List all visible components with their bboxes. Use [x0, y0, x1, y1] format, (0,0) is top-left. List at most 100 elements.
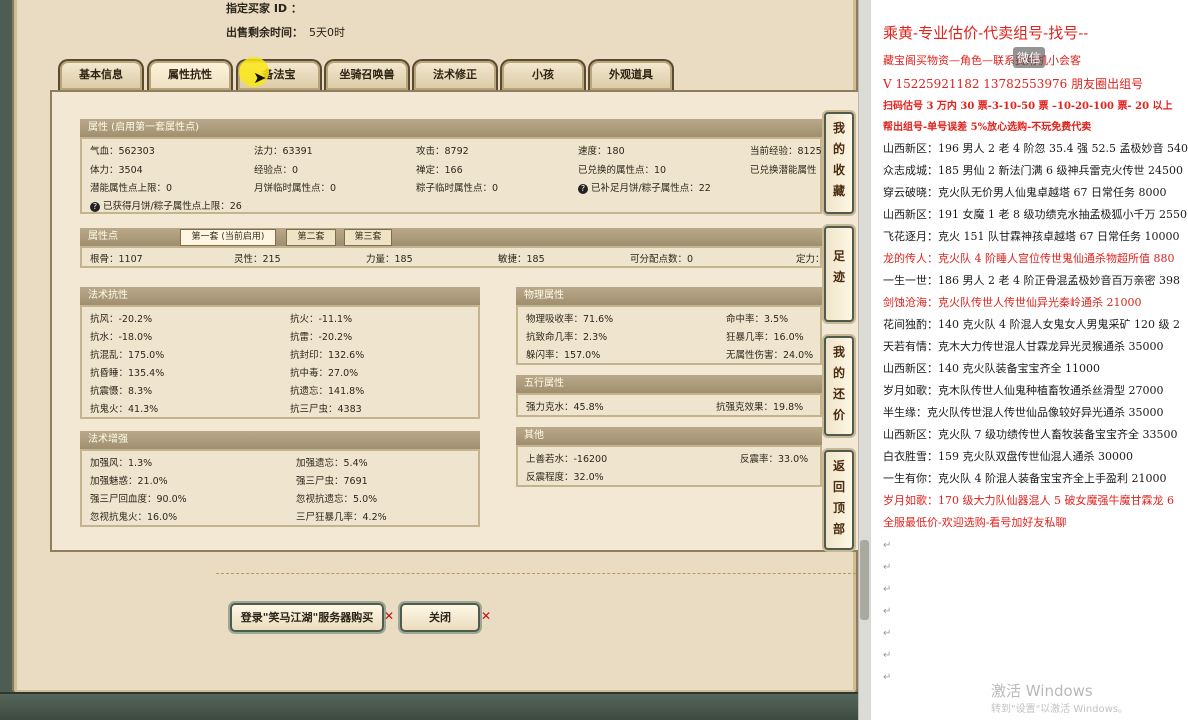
other-cell: 上善若水：-16200	[526, 454, 608, 465]
my-bargains-button[interactable]: 我的还价	[824, 336, 854, 436]
paragraph-mark-icon: ↵	[883, 650, 892, 661]
listing-line: 山西新区：克火队 7 级功绩传世人畜牧装备宝宝齐全 33500	[883, 428, 1178, 441]
boost-cell: 忽视抗鬼火：16.0%	[90, 512, 178, 523]
attr-cell: 法力：63391	[254, 146, 313, 157]
spell-resist-header: 法术抗性	[80, 287, 480, 305]
resist-cell: 抗混乱：175.0%	[90, 350, 165, 361]
login-to-buy-button[interactable]: 登录"笑马江湖"服务器购买	[230, 603, 384, 632]
listing-line: 岁月如歌：170 级大力队仙器混人 5 破女魔强牛魔甘霖龙 6	[883, 494, 1174, 507]
subtab-set-2[interactable]: 第二套	[286, 229, 336, 246]
doc-red-line: 藏宝阁买物资—角色—联系费用机小会客	[883, 54, 1081, 67]
attr-cell: 气血：562303	[90, 146, 155, 157]
wechat-watermark: 微信	[1013, 47, 1046, 68]
listing-line: 天若有情：克木大力传世混人甘霖龙异光灵猴通杀 35000	[883, 340, 1164, 353]
resist-cell: 抗水：-18.0%	[90, 332, 153, 343]
listing-line: 半生缘：克火队传世混人传世仙品像较好异光通杀 35000	[883, 406, 1164, 419]
tab-attributes[interactable]: 属性抗性	[147, 59, 233, 90]
resist-cell: 抗火：-11.1%	[290, 314, 353, 325]
other-header: 其他	[516, 427, 822, 445]
points-cell: 灵性：215	[234, 254, 281, 265]
my-favorites-button[interactable]: 我的收藏	[824, 112, 854, 214]
listing-line: 白衣胜雪：159 克火队双盘传世仙混人通杀 30000	[883, 450, 1133, 463]
other-cell: 反震率：33.0%	[740, 454, 809, 465]
listing-line: 穿云破晓：克火队无价男人仙鬼卓越塔 67 日常任务 8000	[883, 186, 1167, 199]
resist-cell: 抗风：-20.2%	[90, 314, 153, 325]
doc-red-line: 扫码估号 3 万内 30 票-3-10-50 票 –10-20-100 票- 2…	[883, 101, 1173, 112]
attr-cell: 潜能属性点上限：0	[90, 183, 173, 194]
boost-cell: 加强遗忘：5.4%	[296, 458, 368, 469]
listing-line: 山西新区：140 克火队装备宝宝齐全 11000	[883, 362, 1100, 375]
tab-basic-info[interactable]: 基本信息	[58, 59, 144, 90]
tab-spell-mods[interactable]: 法术修正	[412, 59, 498, 90]
spell-boost-header: 法术增强	[80, 431, 480, 449]
boost-cell: 加强风：1.3%	[90, 458, 153, 469]
resist-cell: 抗鬼火：41.3%	[90, 404, 159, 415]
subtab-set-1[interactable]: 第一套 (当前启用)	[180, 229, 276, 246]
listing-line: 花间独酌：140 克火队 4 阶混人女鬼女人男鬼采矿 120 级 2	[883, 318, 1180, 331]
vertical-scrollbar[interactable]	[858, 0, 870, 720]
element-cell: 抗强克效果：19.8%	[716, 402, 804, 413]
paragraph-mark-icon: ↵	[883, 540, 892, 551]
screen: 指定买家 ID ： 出售剩余时间： 5天0时 基本信息 属性抗性 备法宝 坐骑召唤…	[0, 0, 1188, 720]
physical-cell: 躲闪率：157.0%	[526, 350, 601, 361]
resist-cell: 抗雷：-20.2%	[290, 332, 353, 343]
boost-cell: 强三尸回血度：90.0%	[90, 494, 187, 505]
doc-red-line: 帮出组号-单号误差 5%放心选购-不玩免费代卖	[883, 122, 1092, 133]
attr-cell: 已兑换的属性点：10	[578, 165, 667, 176]
points-cell: 敏捷：185	[498, 254, 545, 265]
game-bottom-border	[0, 692, 870, 720]
listing-line: 飞花逐月：克火 151 队甘霖神孩卓越塔 67 日常任务 10000	[883, 230, 1180, 243]
subtab-set-3[interactable]: 第三套	[344, 229, 392, 246]
doc-title: 乘黄-专业估价-代卖组号-找号--	[883, 24, 1089, 42]
paragraph-mark-icon: ↵	[883, 584, 892, 595]
attr-cell: 速度：180	[578, 146, 625, 157]
windows-activation-subtext: 转到"设置"以激活 Windows。	[991, 704, 1129, 715]
resist-cell: 抗震慑：8.3%	[90, 386, 153, 397]
other-cell: 反震程度：32.0%	[526, 472, 604, 483]
help-icon[interactable]: ?	[578, 184, 588, 194]
attr-cell: 禅定：166	[416, 165, 463, 176]
footprints-button[interactable]: 足迹	[824, 226, 854, 322]
attr-cell: 当前经验：8125	[750, 146, 822, 157]
listing-line: 山西新区：191 女魔 1 老 8 级功绩克水抽孟极狐小千万 2550	[883, 208, 1187, 221]
tab-children[interactable]: 小孩	[500, 59, 586, 90]
five-elements-header: 五行属性	[516, 375, 822, 393]
element-cell: 强力克水：45.8%	[526, 402, 604, 413]
points-cell: 根骨：1107	[90, 254, 143, 265]
points-cell: 力量：185	[366, 254, 413, 265]
remaining-time: 出售剩余时间： 5天0时	[226, 26, 345, 39]
attr-cell: 月饼临时属性点：0	[254, 183, 337, 194]
tab-mounts-pets[interactable]: 坐骑召唤兽	[324, 59, 410, 90]
game-window: 指定买家 ID ： 出售剩余时间： 5天0时 基本信息 属性抗性 备法宝 坐骑召唤…	[0, 0, 870, 720]
listing-line: 一生一世：186 男人 2 老 4 阶正骨混孟极妙音百万亲密 398	[883, 274, 1180, 287]
points-box	[80, 246, 822, 268]
boost-cell: 加强魅惑：21.0%	[90, 476, 168, 487]
attributes-header: 属性 (启用第一套属性点)	[80, 119, 822, 137]
resist-cell: 抗三尸虫：4383	[290, 404, 362, 415]
attr-cell: 体力：3504	[90, 165, 143, 176]
listing-line: 山西新区：196 男人 2 老 4 阶忽 35.4 强 52.5 孟极妙音 54…	[883, 142, 1188, 155]
paragraph-mark-icon: ↵	[883, 562, 892, 573]
physical-cell: 物理吸收率：71.6%	[526, 314, 614, 325]
points-cell: 可分配点数：0	[630, 254, 694, 265]
attr-cell: 已兑换潜能属性	[750, 165, 817, 176]
paragraph-mark-icon: ↵	[883, 628, 892, 639]
physical-header: 物理属性	[516, 287, 822, 305]
boost-cell: 忽视抗遗忘：5.0%	[296, 494, 378, 505]
physical-cell: 命中率：3.5%	[726, 314, 789, 325]
listing-line: 众志成城：185 男仙 2 新法门满 6 级神兵雷克火传世 24500	[883, 164, 1183, 177]
text-document[interactable]: 乘黄-专业估价-代卖组号-找号-- 藏宝阁买物资—角色—联系费用机小会客 V 1…	[870, 0, 1188, 720]
physical-cell: 抗致命几率：2.3%	[526, 332, 608, 343]
attr-cell: ? 已补足月饼/粽子属性点：22	[578, 180, 711, 194]
help-icon[interactable]: ?	[90, 202, 100, 212]
close-button[interactable]: 关闭	[400, 603, 480, 632]
remaining-time-value: 5天0时	[309, 26, 345, 39]
back-to-top-button[interactable]: 返回顶部	[824, 450, 854, 550]
attr-cell: 经验点：0	[254, 165, 299, 176]
attr-cell: 攻击：8792	[416, 146, 469, 157]
boost-cell: 三尸狂暴几率：4.2%	[296, 512, 387, 523]
attr-note: ? 已获得月饼/粽子属性点上限：26	[90, 198, 242, 212]
tab-appearance[interactable]: 外观道具	[588, 59, 674, 90]
scrollbar-thumb[interactable]	[860, 540, 869, 620]
points-cell: 定力：	[796, 254, 825, 265]
